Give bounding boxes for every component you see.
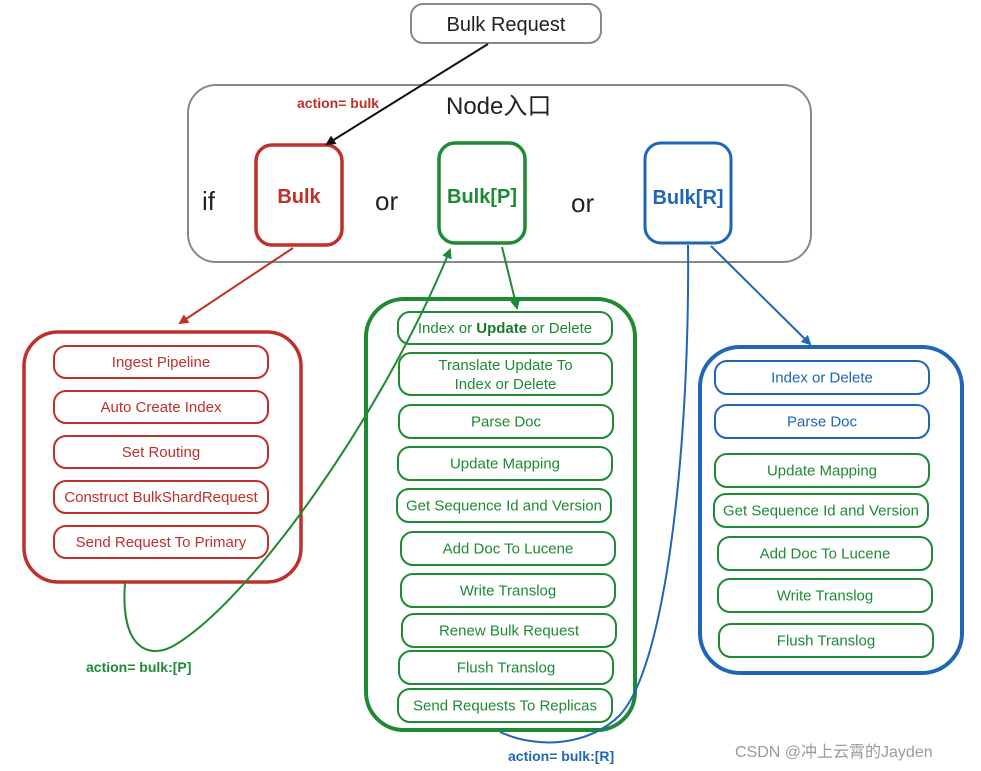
replica-step-label: Get Sequence Id and Version xyxy=(723,503,919,520)
replica-step: Add Doc To Lucene xyxy=(717,536,933,571)
replica-step: Get Sequence Id and Version xyxy=(713,493,929,528)
primary-step-label: Renew Bulk Request xyxy=(439,623,580,640)
replica-step: Flush Translog xyxy=(718,623,934,658)
handler-bulk-replica: Bulk[R] xyxy=(643,141,733,245)
primary-step-label: Get Sequence Id and Version xyxy=(406,498,602,515)
edge-label-action-bulk: action= bulk xyxy=(297,95,379,111)
handler-bulk-label: Bulk xyxy=(277,186,321,208)
replica-step-label: Add Doc To Lucene xyxy=(760,546,891,563)
or-label-1: or xyxy=(375,186,398,216)
primary-step: Index or Update or Delete xyxy=(397,311,613,345)
primary-step-label: Write Translog xyxy=(460,583,556,600)
node-entry-container: Node入口 if or or Bulk Bulk[P] Bulk[R] xyxy=(187,84,812,263)
replica-step: Index or Delete xyxy=(714,360,930,395)
primary-step-label: Flush Translog xyxy=(457,660,555,677)
primary-step-label: Add Doc To Lucene xyxy=(443,541,574,558)
handler-bulk-primary-label: Bulk[P] xyxy=(447,186,517,208)
handler-bulk: Bulk xyxy=(254,143,344,247)
bulk-step: Set Routing xyxy=(53,435,269,469)
handler-bulk-replica-label: Bulk[R] xyxy=(652,187,723,209)
primary-flow-container: Index or Update or Delete Translate Updat… xyxy=(364,297,637,732)
bulk-request-node: Bulk Request xyxy=(410,3,602,44)
primary-step: Send Requests To Replicas xyxy=(397,688,613,723)
bulk-step: Ingest Pipeline xyxy=(53,345,269,379)
replica-step-label: Write Translog xyxy=(777,588,873,605)
bulk-step-label: Auto Create Index xyxy=(101,399,222,416)
handler-bulk-primary: Bulk[P] xyxy=(437,141,527,245)
bulk-flow-container: Ingest Pipeline Auto Create Index Set Rout… xyxy=(22,330,303,584)
primary-step: Renew Bulk Request xyxy=(401,613,617,648)
primary-step-label-line-1: Translate Update To xyxy=(438,357,572,374)
bulk-step-label: Send Request To Primary xyxy=(76,534,247,551)
edge-label-action-bulk-r: action= bulk:[R] xyxy=(508,748,614,764)
edge-label-action-bulk-p: action= bulk:[P] xyxy=(86,659,191,675)
primary-step-label: Send Requests To Replicas xyxy=(413,698,597,715)
primary-step: Parse Doc xyxy=(398,404,614,439)
replica-step: Update Mapping xyxy=(714,453,930,488)
replica-step: Write Translog xyxy=(717,578,933,613)
primary-step-label: Update Mapping xyxy=(450,456,560,473)
bulk-request-label: Bulk Request xyxy=(447,14,566,36)
primary-step: Update Mapping xyxy=(397,446,613,481)
replica-step-label: Update Mapping xyxy=(767,463,877,480)
primary-step: Flush Translog xyxy=(398,650,614,685)
replica-flow-container: Index or Delete Parse Doc Update Mapping Ge… xyxy=(698,345,964,675)
bulk-step: Send Request To Primary xyxy=(53,525,269,559)
primary-step: Add Doc To Lucene xyxy=(400,531,616,566)
primary-step: Get Sequence Id and Version xyxy=(396,488,612,523)
node-entry-title: Node入口 xyxy=(446,93,551,120)
bulk-step-label: Ingest Pipeline xyxy=(112,354,210,371)
primary-step-label: Index or Update or Delete xyxy=(418,320,592,337)
if-label: if xyxy=(202,186,216,216)
replica-step: Parse Doc xyxy=(714,404,930,439)
primary-step-label-line-2: Index or Delete xyxy=(455,376,557,393)
primary-step: Translate Update To Index or Delete xyxy=(398,352,613,396)
bulk-step: Construct BulkShardRequest xyxy=(53,480,269,514)
replica-step-label: Index or Delete xyxy=(771,370,873,387)
bulk-step-label: Set Routing xyxy=(122,444,200,461)
bulk-step-label: Construct BulkShardRequest xyxy=(64,489,258,506)
replica-step-label: Parse Doc xyxy=(787,414,858,431)
replica-step-label: Flush Translog xyxy=(777,633,875,650)
primary-step: Write Translog xyxy=(400,573,616,608)
primary-step-label: Parse Doc xyxy=(471,414,542,431)
bulk-step: Auto Create Index xyxy=(53,390,269,424)
diagram-canvas: Bulk Request Node入口 if or or Bulk Bulk[P… xyxy=(22,3,964,764)
watermark: CSDN @冲上云霄的Jayden xyxy=(735,743,933,761)
or-label-2: or xyxy=(571,188,594,218)
